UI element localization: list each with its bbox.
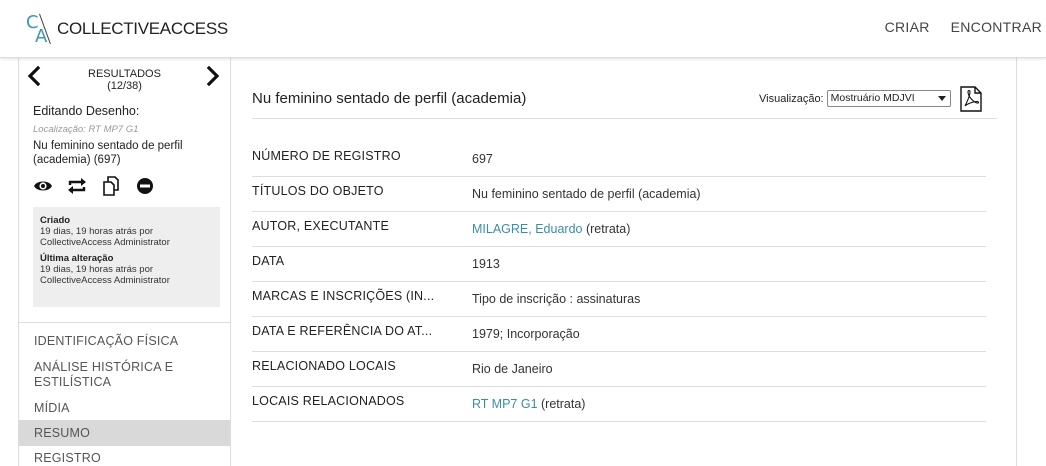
eye-icon [34, 181, 52, 191]
modified-block: Última alteração 19 dias, 19 horas atrás… [40, 253, 213, 286]
results-navigator: RESULTADOS (12/38) [19, 58, 230, 96]
logo-letter-a: A [35, 26, 48, 47]
row-label: LOCAIS RELACIONADOS [252, 394, 405, 408]
row-value: 1913 [472, 257, 500, 271]
visualization-select[interactable]: Mostruário MDJVI [826, 90, 951, 107]
chevron-right-icon [206, 65, 220, 87]
sidebar-item-identificacao-fisica[interactable]: IDENTIFICAÇÃO FÍSICA [19, 334, 230, 349]
chevron-down-icon [937, 96, 946, 101]
sidebar-item-analise-historica[interactable]: ANÁLISE HISTÓRICA E ESTILÍSTICA [19, 360, 230, 390]
title-bar: Nu feminino sentado de perfil (academia)… [252, 58, 997, 119]
section-nav: IDENTIFICAÇÃO FÍSICA ANÁLISE HISTÓRICA E… [19, 322, 230, 465]
row-value: 697 [472, 152, 493, 166]
table-row: DATA 1913 [252, 247, 986, 282]
main-content: Nu feminino sentado de perfil (academia)… [252, 58, 997, 466]
table-row: TÍTULOS DO OBJETO Nu feminino sentado de… [252, 177, 986, 212]
collectiveaccess-logo[interactable]: C A COLLECTIVEACCESS [26, 12, 236, 48]
row-value: RT MP7 G1 (retrata) [472, 397, 585, 411]
duplicate-button[interactable] [101, 176, 121, 196]
delete-button[interactable] [135, 176, 155, 196]
results-title: RESULTADOS [88, 68, 161, 80]
author-link[interactable]: MILAGRE, Eduardo [472, 222, 582, 236]
next-result-button[interactable] [200, 63, 226, 89]
editing-panel: Editando Desenho: Localização: RT MP7 G1… [19, 96, 230, 196]
pdf-download-button[interactable] [959, 86, 983, 112]
duplicate-icon [103, 176, 119, 196]
created-block: Criado 19 dias, 19 horas atrás por Colle… [40, 215, 213, 248]
visualization-label: Visualização: [759, 92, 824, 105]
swap-icon [68, 178, 86, 194]
row-label: RELACIONADO LOCAIS [252, 359, 396, 373]
row-label: MARCAS E INSCRIÇÕES (IN... [252, 289, 435, 303]
app-window: C A COLLECTIVEACCESS CRIAR ENCONTRAR RES… [0, 0, 1046, 466]
nav-criar[interactable]: CRIAR [885, 19, 930, 35]
row-label: AUTOR, EXECUTANTE [252, 219, 389, 233]
sidebar-item-midia[interactable]: MÍDIA [19, 401, 230, 416]
pdf-icon [960, 86, 982, 112]
row-label: DATA [252, 254, 285, 268]
row-value: 1979; Incorporação [472, 327, 580, 341]
row-label: TÍTULOS DO OBJETO [252, 184, 384, 198]
row-value: Nu feminino sentado de perfil (academia) [472, 187, 701, 201]
created-value: 19 dias, 19 horas atrás por CollectiveAc… [40, 226, 170, 248]
row-value: MILAGRE, Eduardo (retrata) [472, 222, 630, 236]
top-header: C A COLLECTIVEACCESS CRIAR ENCONTRAR [0, 0, 1046, 58]
visualization-selected-value: Mostruário MDJVI [830, 92, 915, 104]
table-row: LOCAIS RELACIONADOS RT MP7 G1 (retrata) [252, 387, 986, 422]
view-button[interactable] [33, 176, 53, 196]
table-row: RELACIONADO LOCAIS Rio de Janeiro [252, 352, 986, 387]
location-link[interactable]: RT MP7 G1 [472, 397, 538, 411]
results-count: (12/38) [107, 80, 142, 92]
row-label: DATA E REFERÊNCIA DO AT... [252, 324, 433, 338]
nav-encontrar[interactable]: ENCONTRAR [951, 19, 1042, 35]
row-value: Tipo de inscrição : assinaturas [472, 292, 641, 306]
modified-label: Última alteração [40, 253, 114, 264]
table-row: NÚMERO DE REGISTRO 697 [252, 142, 986, 177]
table-row: AUTOR, EXECUTANTE MILAGRE, Eduardo (retr… [252, 212, 986, 247]
record-meta-box: Criado 19 dias, 19 horas atrás por Colle… [33, 207, 220, 307]
delete-icon [137, 178, 153, 194]
row-label: NÚMERO DE REGISTRO [252, 149, 401, 163]
location-role: (retrata) [537, 397, 586, 411]
location-text: Localização: RT MP7 G1 [33, 124, 139, 135]
content-right-border [1016, 58, 1017, 466]
left-sidebar: RESULTADOS (12/38) Editando Desenho: Loc… [18, 58, 231, 466]
logo-text: COLLECTIVEACCESS [57, 19, 228, 38]
page-title: Nu feminino sentado de perfil (academia) [252, 90, 527, 107]
row-value: Rio de Janeiro [472, 362, 553, 376]
table-row: DATA E REFERÊNCIA DO AT... 1979; Incorpo… [252, 317, 986, 352]
record-actions [33, 176, 216, 196]
author-role: (retrata) [582, 222, 631, 236]
record-name: Nu feminino sentado de perfil (academia)… [33, 140, 183, 166]
sidebar-item-resumo[interactable]: RESUMO [19, 420, 230, 446]
visualization-control: Visualização: Mostruário MDJVI [759, 90, 951, 107]
created-label: Criado [40, 215, 71, 226]
results-label: RESULTADOS (12/38) [19, 68, 230, 92]
modified-value: 19 dias, 19 horas atrás por CollectiveAc… [40, 264, 170, 286]
swap-button[interactable] [67, 176, 87, 196]
table-row: MARCAS E INSCRIÇÕES (IN... Tipo de inscr… [252, 282, 986, 317]
summary-table: NÚMERO DE REGISTRO 697 TÍTULOS DO OBJETO… [252, 142, 986, 422]
top-nav: CRIAR ENCONTRAR [885, 19, 1042, 35]
editing-title: Editando Desenho: [33, 104, 140, 118]
sidebar-item-registro[interactable]: REGISTRO [19, 451, 230, 466]
